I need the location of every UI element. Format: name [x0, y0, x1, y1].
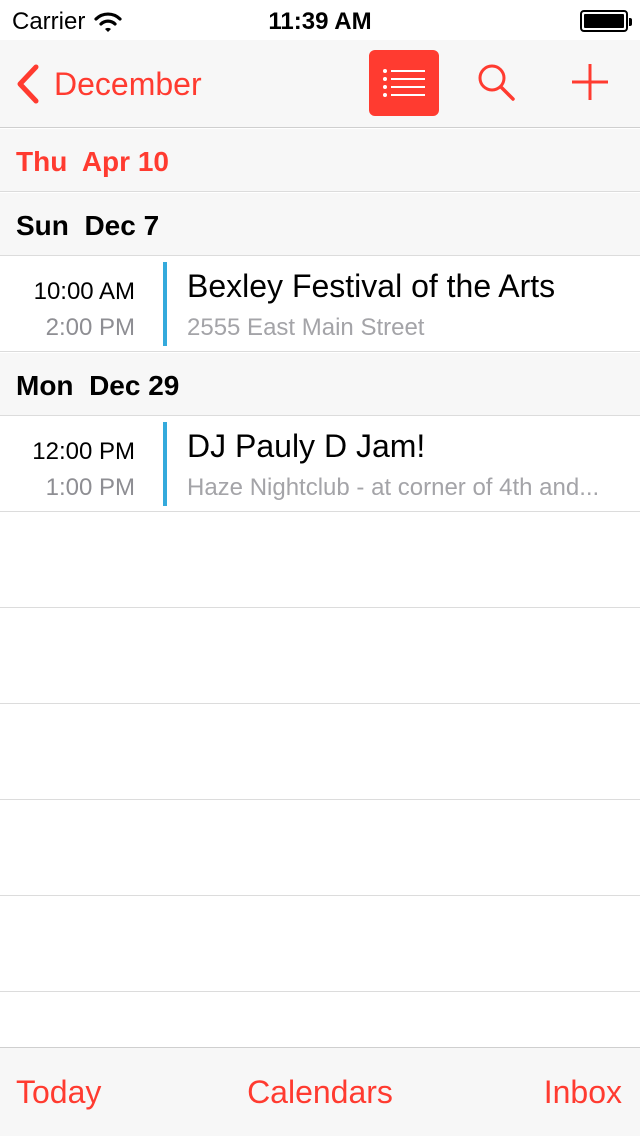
day-header: Sun Dec 7	[0, 193, 640, 256]
status-bar: Carrier 11:39 AM	[0, 0, 640, 40]
empty-row	[0, 704, 640, 800]
event-end-time: 2:00 PM	[45, 314, 135, 341]
calendar-color-bar	[163, 262, 167, 346]
bottom-toolbar: Calendars Today Inbox	[0, 1047, 640, 1136]
empty-row	[0, 608, 640, 704]
battery-icon	[580, 10, 632, 32]
today-button[interactable]: Today	[16, 1074, 101, 1111]
inbox-button[interactable]: Inbox	[544, 1074, 622, 1111]
empty-row	[0, 512, 640, 608]
back-button[interactable]: December	[14, 64, 202, 104]
today-date-label: Thu Apr 10	[16, 146, 169, 177]
day-header: Mon Dec 29	[0, 353, 640, 416]
list-view-button[interactable]	[369, 50, 439, 116]
status-time: 11:39 AM	[268, 8, 372, 35]
list-icon	[383, 69, 425, 97]
event-end-time: 1:00 PM	[45, 474, 135, 501]
day-header-label: Mon Dec 29	[16, 370, 180, 401]
event-row[interactable]: 10:00 AM 2:00 PM Bexley Festival of the …	[0, 256, 640, 352]
day-header-label: Sun Dec 7	[16, 210, 160, 241]
event-start-time: 12:00 PM	[32, 438, 135, 465]
empty-row	[0, 896, 640, 992]
today-header[interactable]: Thu Apr 10	[0, 129, 640, 192]
empty-row	[0, 800, 640, 896]
event-title: DJ Pauly D Jam!	[187, 428, 426, 464]
navigation-bar: December	[0, 40, 640, 128]
event-title: Bexley Festival of the Arts	[187, 268, 556, 304]
battery-level	[584, 14, 624, 28]
chevron-left-icon	[17, 64, 39, 104]
event-row[interactable]: 12:00 PM 1:00 PM DJ Pauly D Jam! Haze Ni…	[0, 416, 640, 512]
back-button-label: December	[54, 65, 202, 102]
calendar-color-bar	[163, 422, 167, 506]
search-icon[interactable]	[476, 62, 516, 102]
event-location: Haze Nightclub - at corner of 4th and...	[187, 474, 600, 501]
plus-icon[interactable]	[570, 62, 610, 102]
event-start-time: 10:00 AM	[33, 278, 135, 305]
event-location: 2555 East Main Street	[187, 314, 425, 341]
